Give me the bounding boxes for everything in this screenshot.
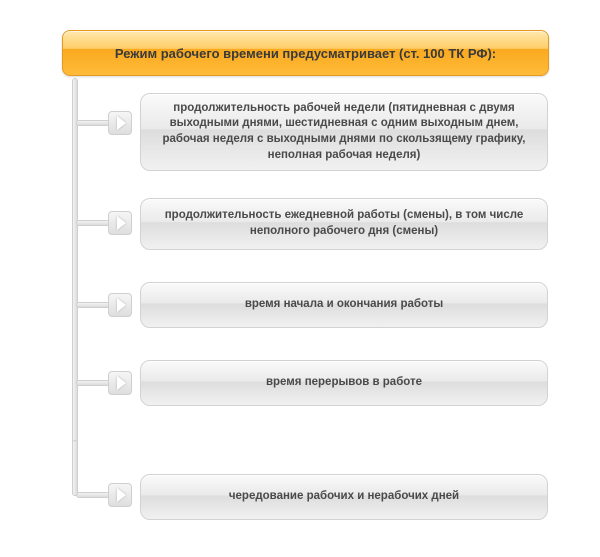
arrow-right-icon — [108, 483, 132, 507]
connector-h — [76, 380, 110, 386]
diagram-item-3: время начала и окончания работы — [140, 282, 548, 328]
diagram-title: Режим рабочего времени предусматривает (… — [115, 46, 496, 61]
arrow-right-icon — [108, 111, 132, 135]
diagram-item-text: продолжительность ежедневной работы (сме… — [155, 208, 533, 239]
diagram-header: Режим рабочего времени предусматривает (… — [62, 30, 549, 76]
arrow-right-icon — [108, 293, 132, 317]
diagram-item-text: время перерывов в работе — [266, 375, 422, 391]
diagram-item-text: продолжительность рабочей недели (пятидн… — [155, 101, 533, 163]
diagram-item-text: чередование рабочих и нерабочих дней — [229, 489, 459, 505]
connector-h — [76, 120, 110, 126]
diagram-item-2: продолжительность ежедневной работы (сме… — [140, 198, 548, 250]
connector-h — [76, 492, 110, 498]
arrow-right-icon — [108, 371, 132, 395]
arrow-right-icon — [108, 211, 132, 235]
diagram-canvas: Режим рабочего времени предусматривает (… — [0, 0, 600, 557]
connector-v — [72, 440, 78, 496]
diagram-item-5: чередование рабочих и нерабочих дней — [140, 474, 548, 520]
diagram-item-text: время начала и окончания работы — [245, 297, 443, 313]
connector-h — [76, 302, 110, 308]
diagram-item-4: время перерывов в работе — [140, 360, 548, 406]
diagram-item-1: продолжительность рабочей недели (пятидн… — [140, 93, 548, 171]
connector-h — [76, 220, 110, 226]
connector-trunk — [72, 78, 78, 496]
